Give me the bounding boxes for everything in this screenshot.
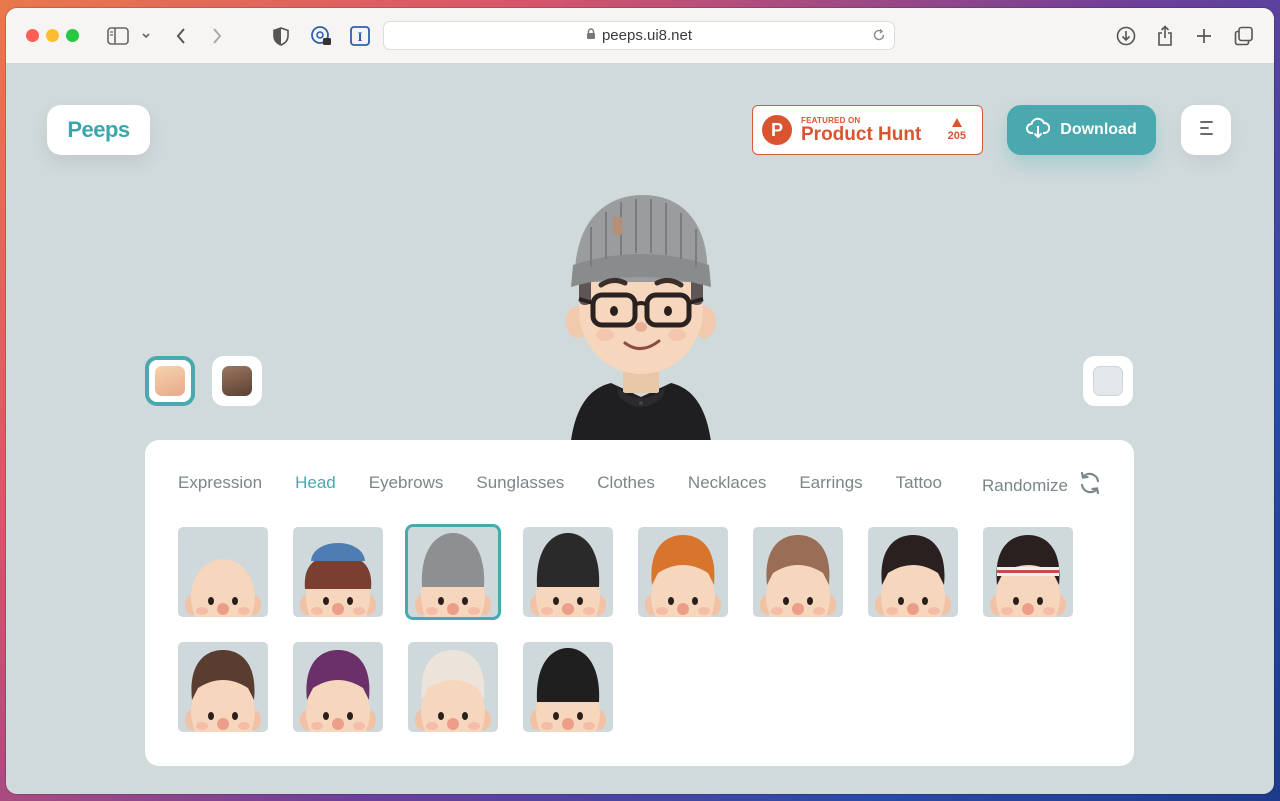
tab-clothes[interactable]: Clothes — [597, 473, 655, 493]
sidebar-icon[interactable] — [104, 22, 132, 50]
product-hunt-icon: P — [762, 115, 792, 145]
tab-earrings[interactable]: Earrings — [799, 473, 862, 493]
tab-sunglasses[interactable]: Sunglasses — [476, 473, 564, 493]
shield-icon[interactable] — [267, 22, 295, 50]
skin-swatch-light[interactable] — [145, 356, 195, 406]
menu-button[interactable] — [1181, 105, 1231, 155]
peeps-logo[interactable]: Peeps — [47, 105, 150, 155]
download-label: Download — [1060, 121, 1137, 138]
new-tab-icon[interactable] — [1190, 22, 1218, 50]
tab-head[interactable]: Head — [295, 473, 336, 493]
tab-necklaces[interactable]: Necklaces — [688, 473, 766, 493]
head-option-blue-cap[interactable] — [293, 527, 383, 617]
head-option-blonde-hair[interactable] — [408, 642, 498, 732]
head-option-black-beanie[interactable] — [523, 527, 613, 617]
forward-icon[interactable] — [203, 22, 231, 50]
tabs-icon[interactable] — [1230, 22, 1258, 50]
head-option-black-cap-long[interactable] — [523, 642, 613, 732]
back-icon[interactable] — [167, 22, 195, 50]
close-window-button[interactable] — [26, 29, 39, 42]
randomize-label: Randomize — [982, 475, 1068, 495]
cloud-download-icon — [1026, 117, 1051, 144]
product-hunt-name: Product Hunt — [801, 123, 922, 145]
tab-eyebrows[interactable]: Eyebrows — [369, 473, 444, 493]
refresh-icon — [1078, 471, 1102, 500]
download-icon[interactable] — [1112, 22, 1140, 50]
avatar-preview — [566, 195, 716, 441]
url-text: peeps.ui8.net — [601, 27, 693, 44]
product-hunt-votes: 205 — [947, 130, 966, 142]
menu-icon — [1198, 119, 1214, 142]
head-option-purple-hair[interactable] — [293, 642, 383, 732]
skin-swatch-dark[interactable] — [212, 356, 262, 406]
chevron-down-icon[interactable] — [132, 22, 160, 50]
customization-panel: Expression Head Eyebrows Sunglasses Clot… — [145, 440, 1134, 766]
head-option-brown-short[interactable] — [753, 527, 843, 617]
head-option-bald[interactable] — [178, 527, 268, 617]
address-bar[interactable]: peeps.ui8.net — [383, 21, 895, 50]
browser-toolbar: I peeps.ui8.net — [6, 8, 1274, 64]
browser-window: I peeps.ui8.net Peeps P FEATURED ON Prod… — [6, 8, 1274, 794]
category-tabs: Expression Head Eyebrows Sunglasses Clot… — [178, 473, 975, 493]
reload-icon[interactable] — [872, 28, 886, 46]
background-swatch[interactable] — [1083, 356, 1133, 406]
head-option-brown-dreads[interactable] — [178, 642, 268, 732]
instapaper-icon[interactable]: I — [346, 22, 374, 50]
zoom-window-button[interactable] — [66, 29, 79, 42]
minimize-window-button[interactable] — [46, 29, 59, 42]
head-option-grey-beanie[interactable] — [408, 527, 498, 617]
svg-text:I: I — [357, 29, 362, 44]
lock-icon — [586, 27, 596, 44]
head-option-black-curly[interactable] — [868, 527, 958, 617]
peeps-page: Peeps P FEATURED ON Product Hunt 205 Dow… — [6, 65, 1274, 794]
head-option-ginger-hair[interactable] — [638, 527, 728, 617]
randomize-button[interactable]: Randomize — [982, 471, 1102, 500]
tab-expression[interactable]: Expression — [178, 473, 262, 493]
password-icon[interactable] — [307, 22, 335, 50]
head-option-headband-curly[interactable] — [983, 527, 1073, 617]
product-hunt-badge[interactable]: P FEATURED ON Product Hunt 205 — [752, 105, 983, 155]
download-button[interactable]: Download — [1007, 105, 1156, 155]
share-icon[interactable] — [1151, 22, 1179, 50]
upvote-arrow-icon — [951, 118, 962, 127]
tab-tattoo[interactable]: Tattoo — [896, 473, 942, 493]
